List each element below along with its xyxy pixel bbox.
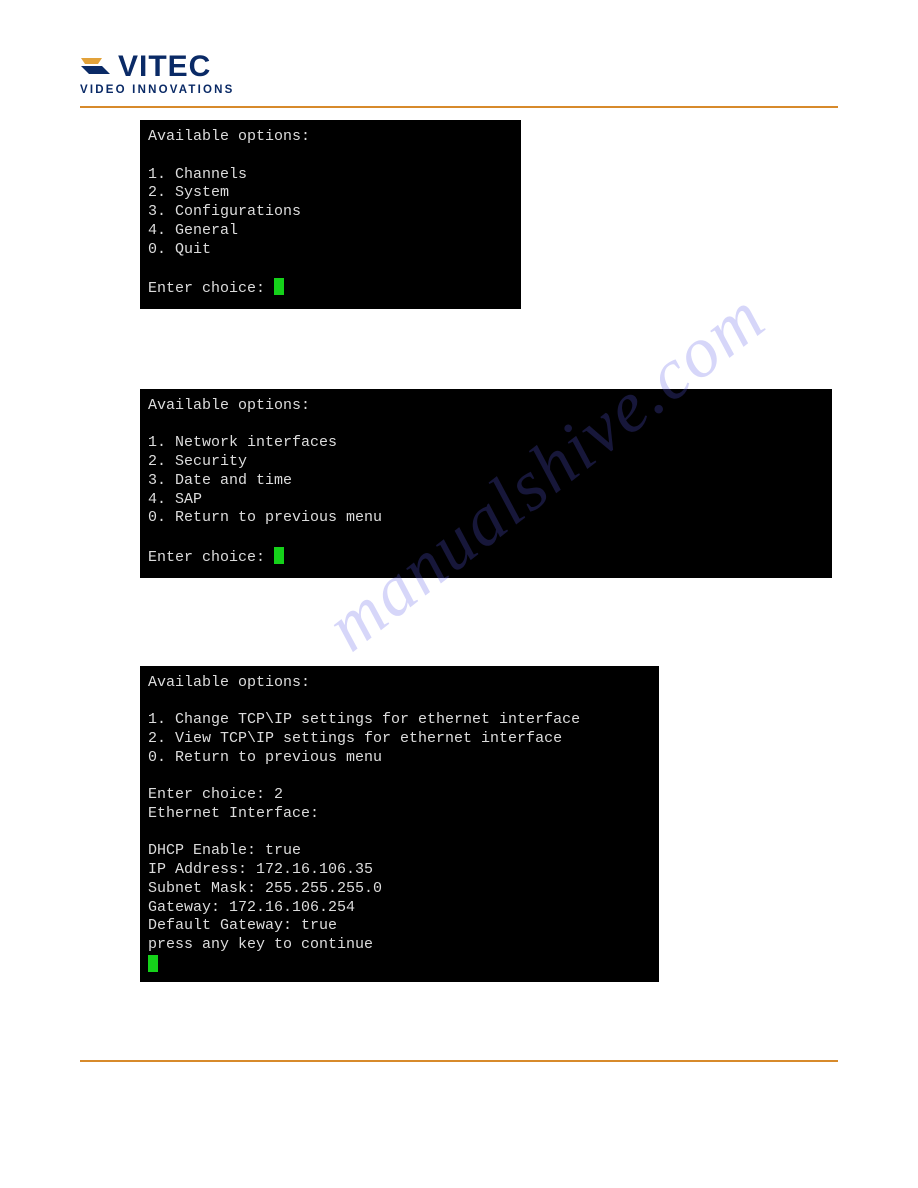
term3-out4: Subnet Mask: 255.255.255.0 bbox=[148, 880, 382, 897]
term2-opt2: 3. Date and time bbox=[148, 472, 292, 489]
term3-header: Available options: bbox=[148, 674, 310, 691]
term1-header: Available options: bbox=[148, 128, 310, 145]
term3-entered: 2 bbox=[274, 786, 283, 803]
cursor-icon bbox=[274, 278, 284, 295]
document-page: VITEC VIDEO INNOVATIONS manualshive.com … bbox=[0, 0, 918, 1132]
term1-opt1: 2. System bbox=[148, 184, 229, 201]
term3-out3: IP Address: 172.16.106.35 bbox=[148, 861, 373, 878]
term2-prompt: Enter choice: bbox=[148, 549, 274, 566]
term3-opt2: 0. Return to previous menu bbox=[148, 749, 382, 766]
term3-out6: Default Gateway: true bbox=[148, 917, 337, 934]
term2-opt0: 1. Network interfaces bbox=[148, 434, 337, 451]
cursor-icon bbox=[274, 547, 284, 564]
terminal-screenshot-3: Available options: 1. Change TCP\IP sett… bbox=[140, 666, 659, 982]
term3-out5: Gateway: 172.16.106.254 bbox=[148, 899, 355, 916]
terminal-screenshot-2: Available options: 1. Network interfaces… bbox=[140, 389, 832, 578]
logo-icon bbox=[80, 54, 112, 80]
logo-text: VITEC bbox=[118, 52, 211, 82]
term2-opt3: 4. SAP bbox=[148, 491, 202, 508]
term3-opt0: 1. Change TCP\IP settings for ethernet i… bbox=[148, 711, 580, 728]
term3-out7: press any key to continue bbox=[148, 936, 373, 953]
header-divider bbox=[80, 106, 838, 108]
terminal-screenshot-1: Available options: 1. Channels 2. System… bbox=[140, 120, 521, 309]
cursor-icon bbox=[148, 955, 158, 972]
term3-out2: DHCP Enable: true bbox=[148, 842, 301, 859]
term1-opt3: 4. General bbox=[148, 222, 238, 239]
logo-tagline: VIDEO INNOVATIONS bbox=[80, 84, 235, 96]
term1-prompt: Enter choice: bbox=[148, 280, 274, 297]
term2-opt1: 2. Security bbox=[148, 453, 247, 470]
term1-opt4: 0. Quit bbox=[148, 241, 211, 258]
term2-opt4: 0. Return to previous menu bbox=[148, 509, 382, 526]
term1-opt2: 3. Configurations bbox=[148, 203, 301, 220]
term2-header: Available options: bbox=[148, 397, 310, 414]
term3-opt1: 2. View TCP\IP settings for ethernet int… bbox=[148, 730, 562, 747]
term3-prompt: Enter choice: bbox=[148, 786, 274, 803]
term3-out0: Ethernet Interface: bbox=[148, 805, 319, 822]
brand-logo: VITEC VIDEO INNOVATIONS bbox=[80, 52, 235, 96]
term1-opt0: 1. Channels bbox=[148, 166, 247, 183]
